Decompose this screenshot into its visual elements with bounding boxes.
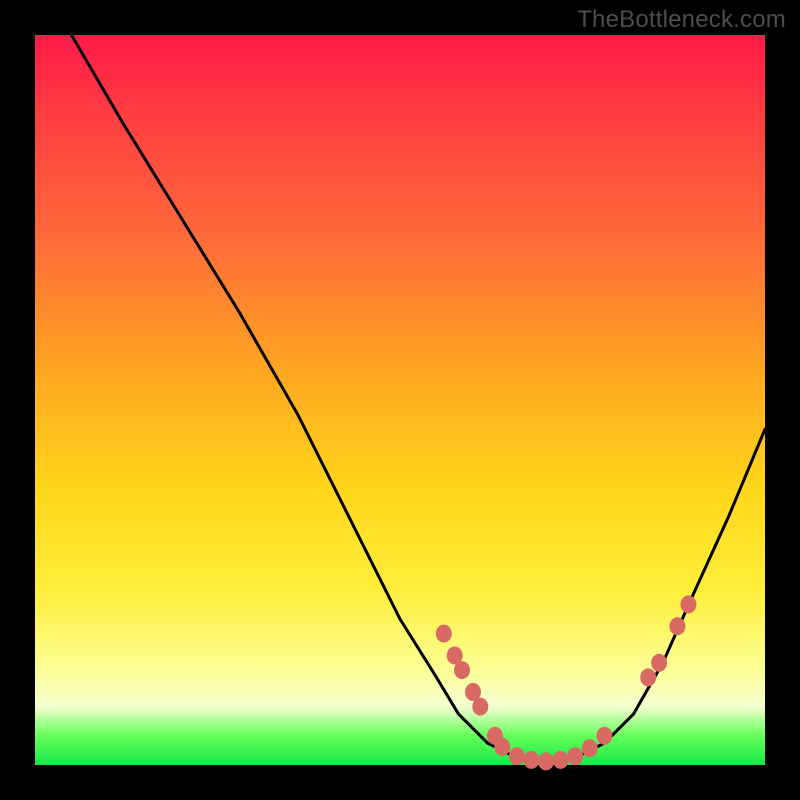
- data-marker: [538, 752, 554, 770]
- data-marker: [509, 747, 525, 765]
- data-marker: [680, 595, 696, 613]
- data-marker: [494, 738, 510, 756]
- bottleneck-curve: [72, 35, 766, 761]
- data-marker: [567, 747, 583, 765]
- data-marker: [669, 617, 685, 635]
- data-marker: [472, 698, 488, 716]
- data-marker: [523, 751, 539, 769]
- watermark-text: TheBottleneck.com: [577, 6, 786, 34]
- data-marker: [436, 625, 452, 643]
- data-markers: [436, 595, 697, 770]
- plot-area: [35, 35, 765, 765]
- data-marker: [651, 654, 667, 672]
- chart-frame: TheBottleneck.com: [0, 0, 800, 800]
- data-marker: [582, 739, 598, 757]
- data-marker: [454, 661, 470, 679]
- data-marker: [596, 727, 612, 745]
- data-marker: [640, 668, 656, 686]
- data-marker: [553, 751, 569, 769]
- curve-layer: [35, 35, 765, 765]
